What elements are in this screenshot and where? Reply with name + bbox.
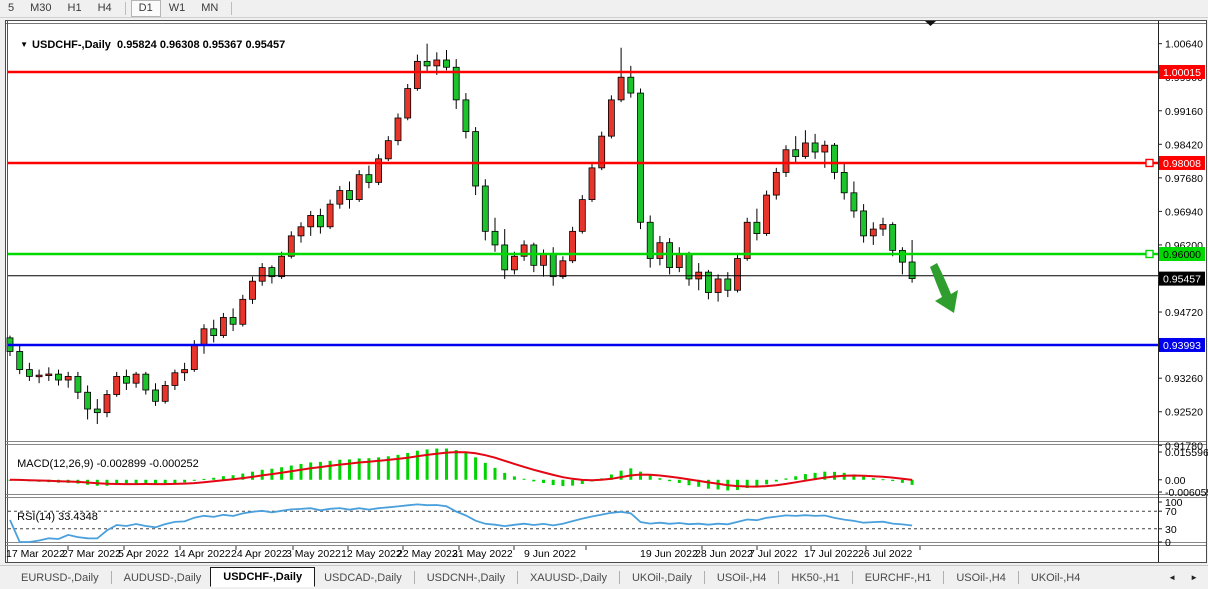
chart-window: [5, 20, 1207, 563]
macd-name: MACD(12,26,9): [17, 458, 93, 470]
tab-xauusd-daily[interactable]: XAUUSD-,Daily: [521, 569, 616, 587]
rsi-name: RSI(14): [17, 511, 55, 523]
chart-symbol-label: USDCHF-,Daily: [32, 39, 111, 51]
timeframe-button-m30[interactable]: M30: [22, 0, 59, 17]
tab-hk50-h1[interactable]: HK50-,H1: [782, 569, 848, 587]
tab-usdcad-daily[interactable]: USDCAD-,Daily: [315, 569, 411, 587]
timeframe-button-h4[interactable]: H4: [90, 0, 120, 17]
tab-separator: [414, 571, 415, 584]
tab-usdchf-daily[interactable]: USDCHF-,Daily: [210, 567, 315, 587]
timeframe-button-5[interactable]: 5: [0, 0, 22, 17]
tab-eurusd-daily[interactable]: EURUSD-,Daily: [12, 569, 108, 587]
timeframe-button-d1[interactable]: D1: [131, 0, 161, 17]
tab-nav: ◄►: [1168, 573, 1208, 582]
timeframe-button-w1[interactable]: W1: [161, 0, 194, 17]
tab-separator: [111, 571, 112, 584]
tab-usdcnh-daily[interactable]: USDCNH-,Daily: [418, 569, 514, 587]
timeframe-toolbar: 5M30H1H4 D1W1MN: [0, 0, 1208, 18]
tab-ukoil-daily[interactable]: UKOil-,Daily: [623, 569, 701, 587]
rsi-value: 33.4348: [58, 511, 98, 523]
tab-separator: [943, 571, 944, 584]
tab-scroll-left-button[interactable]: ◄: [1168, 573, 1176, 582]
tab-separator: [517, 571, 518, 584]
tab-usoil-h4[interactable]: USOil-,H4: [947, 569, 1015, 587]
toolbar-separator: [231, 2, 232, 15]
macd-indicator-label: MACD(12,26,9) -0.002899 -0.000252: [11, 446, 199, 470]
rsi-indicator-label: RSI(14) 33.4348: [11, 499, 98, 523]
symbol-tabbar: EURUSD-,DailyAUDUSD-,DailyUSDCHF-,DailyU…: [0, 565, 1208, 589]
macd-values: -0.002899 -0.000252: [97, 458, 199, 470]
tab-audusd-daily[interactable]: AUDUSD-,Daily: [115, 569, 211, 587]
tab-separator: [852, 571, 853, 584]
tab-usoil-h4[interactable]: USOil-,H4: [708, 569, 776, 587]
chart-title: ▼ USDCHF-,Daily 0.95824 0.96308 0.95367 0…: [14, 27, 285, 51]
tab-scroll-right-button[interactable]: ►: [1190, 573, 1198, 582]
toolbar-separator: [125, 2, 126, 15]
tab-separator: [1018, 571, 1019, 584]
timeframe-button-h1[interactable]: H1: [60, 0, 90, 17]
tab-separator: [619, 571, 620, 584]
timeframe-button-mn[interactable]: MN: [193, 0, 226, 17]
chart-ohlc-values: 0.95824 0.96308 0.95367 0.95457: [117, 39, 285, 51]
symbol-dropdown-icon[interactable]: ▼: [20, 40, 28, 49]
tab-eurchf-h1[interactable]: EURCHF-,H1: [856, 569, 941, 587]
tab-separator: [704, 571, 705, 584]
tab-separator: [778, 571, 779, 584]
tab-ukoil-h4[interactable]: UKOil-,H4: [1022, 569, 1090, 587]
